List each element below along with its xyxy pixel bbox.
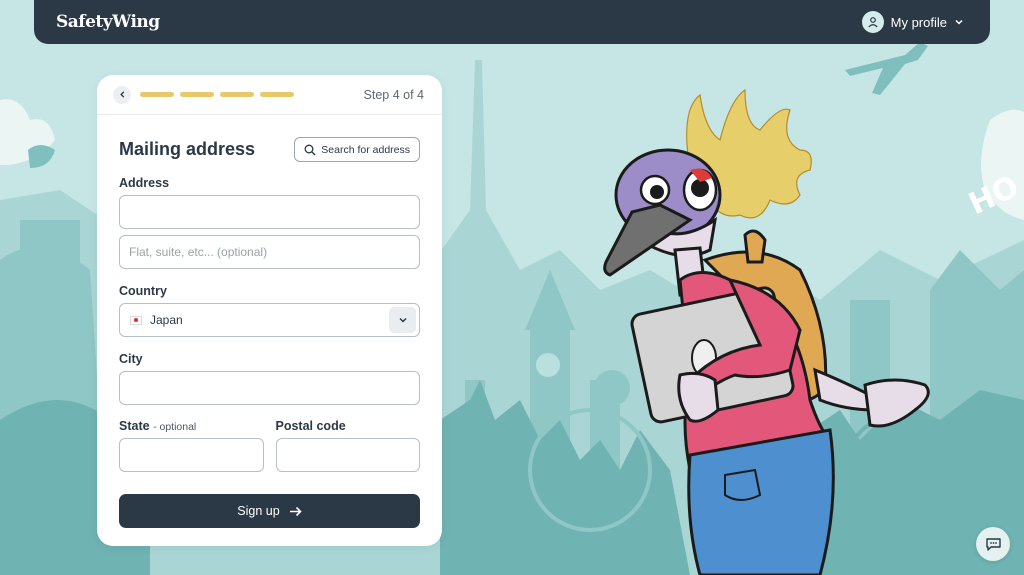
- progress-segment-2: [180, 92, 214, 97]
- user-icon: [861, 11, 884, 33]
- back-button[interactable]: [113, 85, 131, 104]
- progress-segment-1: [140, 92, 174, 97]
- address-line2-input[interactable]: [119, 235, 420, 269]
- search-address-label: Search for address: [321, 143, 410, 156]
- search-icon: [304, 144, 316, 155]
- state-input[interactable]: [119, 438, 264, 472]
- profile-menu-button[interactable]: My profile: [861, 11, 964, 33]
- search-address-button[interactable]: Search for address: [294, 137, 420, 162]
- sign-up-label: Sign up: [237, 504, 280, 518]
- sign-up-button[interactable]: Sign up: [119, 494, 420, 528]
- step-indicator: Step 4 of 4: [363, 87, 424, 102]
- state-optional-hint: - optional: [153, 421, 197, 433]
- chat-support-button[interactable]: [976, 527, 1010, 561]
- country-select[interactable]: Japan: [119, 303, 420, 337]
- city-input[interactable]: [119, 371, 420, 405]
- postal-code-label: Postal code: [275, 419, 346, 433]
- state-label: State - optional: [119, 419, 264, 433]
- progress-segment-4: [260, 92, 294, 97]
- chevron-down-icon: [954, 15, 964, 30]
- chevron-down-icon: [389, 307, 416, 333]
- state-label-text: State: [119, 419, 150, 433]
- safetywing-logo[interactable]: SafetyWing: [56, 12, 160, 32]
- chevron-left-icon: [119, 91, 124, 98]
- form-title: Mailing address: [119, 139, 256, 159]
- signup-form-card: Step 4 of 4 Mailing address Search for a…: [97, 75, 442, 546]
- progress-bar: [140, 92, 294, 97]
- city-label: City: [119, 352, 143, 366]
- japan-flag-icon: [130, 315, 142, 325]
- arrow-right-icon: [289, 506, 302, 516]
- address-input[interactable]: [119, 195, 420, 229]
- postal-code-input[interactable]: [275, 438, 420, 472]
- form-header: Step 4 of 4: [97, 75, 442, 115]
- address-label: Address: [119, 176, 170, 190]
- profile-label: My profile: [890, 14, 947, 30]
- country-label: Country: [119, 284, 167, 298]
- chat-icon: [985, 537, 1001, 551]
- top-navigation: SafetyWing My profile: [34, 0, 990, 44]
- progress-segment-3: [220, 92, 254, 97]
- country-value: Japan: [150, 313, 183, 327]
- form-body: Mailing address Search for address Addre…: [97, 137, 442, 528]
